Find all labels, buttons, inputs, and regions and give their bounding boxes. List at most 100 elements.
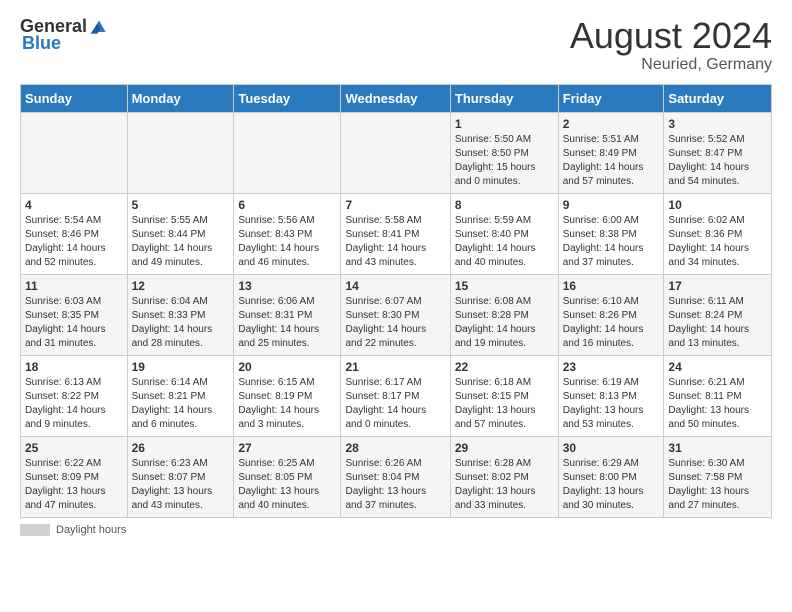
day-info: Sunrise: 6:28 AM Sunset: 8:02 PM Dayligh… (455, 457, 554, 513)
col-header-friday: Friday (558, 84, 664, 112)
day-cell: 21 Sunrise: 6:17 AM Sunset: 8:17 PM Dayli… (341, 355, 450, 436)
logo-blue: Blue (22, 33, 61, 54)
day-number: 23 (563, 360, 660, 374)
day-info: Sunrise: 6:22 AM Sunset: 8:09 PM Dayligh… (25, 457, 123, 513)
day-cell: 27Sunrise: 6:25 AM Sunset: 8:05 PM Dayli… (234, 436, 341, 517)
day-info: Sunrise: 6:26 AM Sunset: 8:04 PM Dayligh… (345, 457, 445, 513)
day-cell: 16 Sunrise: 6:10 AM Sunset: 8:26 PM Dayli… (558, 274, 664, 355)
day-cell: 29 Sunrise: 6:28 AM Sunset: 8:02 PM Dayli… (450, 436, 558, 517)
day-info: Sunrise: 5:51 AM Sunset: 8:49 PM Dayligh… (563, 133, 660, 189)
day-info: Sunrise: 6:23 AM Sunset: 8:07 PM Dayligh… (132, 457, 230, 513)
day-cell (21, 112, 128, 193)
day-number: 16 (563, 279, 660, 293)
day-cell: 18 Sunrise: 6:13 AM Sunset: 8:22 PM Dayli… (21, 355, 128, 436)
day-cell (341, 112, 450, 193)
col-header-wednesday: Wednesday (341, 84, 450, 112)
day-info: Sunrise: 6:29 AM Sunset: 8:00 PM Dayligh… (563, 457, 660, 513)
day-cell: 5 Sunrise: 5:55 AM Sunset: 8:44 PM Daylig… (127, 193, 234, 274)
day-cell: 30 Sunrise: 6:29 AM Sunset: 8:00 PM Dayli… (558, 436, 664, 517)
day-number: 2 (563, 117, 660, 131)
day-info: Sunrise: 6:10 AM Sunset: 8:26 PM Dayligh… (563, 295, 660, 351)
day-cell: 6Sunrise: 5:56 AM Sunset: 8:43 PM Daylig… (234, 193, 341, 274)
day-info: Sunrise: 6:21 AM Sunset: 8:11 PM Dayligh… (668, 376, 767, 432)
day-number: 1 (455, 117, 554, 131)
day-info: Sunrise: 6:14 AM Sunset: 8:21 PM Dayligh… (132, 376, 230, 432)
day-number: 29 (455, 441, 554, 455)
day-number: 21 (345, 360, 445, 374)
week-row-3: 11Sunrise: 6:03 AM Sunset: 8:35 PM Dayli… (21, 274, 772, 355)
footer-note: Daylight hours (20, 524, 772, 536)
logo-icon (89, 17, 109, 37)
header: General Blue August 2024 Neuried, German… (20, 16, 772, 74)
col-header-monday: Monday (127, 84, 234, 112)
day-info: Sunrise: 6:04 AM Sunset: 8:33 PM Dayligh… (132, 295, 230, 351)
day-info: Sunrise: 6:11 AM Sunset: 8:24 PM Dayligh… (668, 295, 767, 351)
day-info: Sunrise: 6:03 AM Sunset: 8:35 PM Dayligh… (25, 295, 123, 351)
title-block: August 2024 Neuried, Germany (570, 16, 772, 74)
day-info: Sunrise: 6:15 AM Sunset: 8:19 PM Dayligh… (238, 376, 336, 432)
month-year: August 2024 (570, 16, 772, 56)
day-number: 17 (668, 279, 767, 293)
day-info: Sunrise: 6:02 AM Sunset: 8:36 PM Dayligh… (668, 214, 767, 270)
day-info: Sunrise: 5:55 AM Sunset: 8:44 PM Dayligh… (132, 214, 230, 270)
day-info: Sunrise: 5:54 AM Sunset: 8:46 PM Dayligh… (25, 214, 123, 270)
day-number: 22 (455, 360, 554, 374)
day-number: 15 (455, 279, 554, 293)
day-cell: 7Sunrise: 5:58 AM Sunset: 8:41 PM Daylig… (341, 193, 450, 274)
col-header-sunday: Sunday (21, 84, 128, 112)
day-cell: 31Sunrise: 6:30 AM Sunset: 7:58 PM Dayli… (664, 436, 772, 517)
day-cell (127, 112, 234, 193)
day-cell: 2 Sunrise: 5:51 AM Sunset: 8:49 PM Daylig… (558, 112, 664, 193)
day-cell: 14Sunrise: 6:07 AM Sunset: 8:30 PM Dayli… (341, 274, 450, 355)
week-row-4: 18 Sunrise: 6:13 AM Sunset: 8:22 PM Dayli… (21, 355, 772, 436)
day-info: Sunrise: 6:07 AM Sunset: 8:30 PM Dayligh… (345, 295, 445, 351)
day-number: 30 (563, 441, 660, 455)
day-info: Sunrise: 6:17 AM Sunset: 8:17 PM Dayligh… (345, 376, 445, 432)
day-number: 19 (132, 360, 230, 374)
day-cell: 19 Sunrise: 6:14 AM Sunset: 8:21 PM Dayli… (127, 355, 234, 436)
day-info: Sunrise: 6:08 AM Sunset: 8:28 PM Dayligh… (455, 295, 554, 351)
day-info: Sunrise: 5:50 AM Sunset: 8:50 PM Dayligh… (455, 133, 554, 189)
day-cell: 8Sunrise: 5:59 AM Sunset: 8:40 PM Daylig… (450, 193, 558, 274)
day-cell: 22 Sunrise: 6:18 AM Sunset: 8:15 PM Dayli… (450, 355, 558, 436)
day-number: 24 (668, 360, 767, 374)
day-cell: 4Sunrise: 5:54 AM Sunset: 8:46 PM Daylig… (21, 193, 128, 274)
day-info: Sunrise: 6:13 AM Sunset: 8:22 PM Dayligh… (25, 376, 123, 432)
day-cell: 11Sunrise: 6:03 AM Sunset: 8:35 PM Dayli… (21, 274, 128, 355)
day-info: Sunrise: 6:19 AM Sunset: 8:13 PM Dayligh… (563, 376, 660, 432)
day-cell: 3Sunrise: 5:52 AM Sunset: 8:47 PM Daylig… (664, 112, 772, 193)
day-cell: 9 Sunrise: 6:00 AM Sunset: 8:38 PM Daylig… (558, 193, 664, 274)
day-info: Sunrise: 6:00 AM Sunset: 8:38 PM Dayligh… (563, 214, 660, 270)
day-number: 13 (238, 279, 336, 293)
day-number: 12 (132, 279, 230, 293)
day-cell: 24 Sunrise: 6:21 AM Sunset: 8:11 PM Dayli… (664, 355, 772, 436)
day-info: Sunrise: 6:25 AM Sunset: 8:05 PM Dayligh… (238, 457, 336, 513)
day-cell: 20Sunrise: 6:15 AM Sunset: 8:19 PM Dayli… (234, 355, 341, 436)
footer-label: Daylight hours (56, 524, 126, 536)
day-number: 26 (132, 441, 230, 455)
day-number: 25 (25, 441, 123, 455)
day-cell: 28 Sunrise: 6:26 AM Sunset: 8:04 PM Dayli… (341, 436, 450, 517)
day-number: 18 (25, 360, 123, 374)
day-cell: 25 Sunrise: 6:22 AM Sunset: 8:09 PM Dayli… (21, 436, 128, 517)
day-number: 9 (563, 198, 660, 212)
day-number: 28 (345, 441, 445, 455)
day-info: Sunrise: 6:06 AM Sunset: 8:31 PM Dayligh… (238, 295, 336, 351)
day-info: Sunrise: 6:30 AM Sunset: 7:58 PM Dayligh… (668, 457, 767, 513)
day-cell: 12 Sunrise: 6:04 AM Sunset: 8:33 PM Dayli… (127, 274, 234, 355)
calendar-table: SundayMondayTuesdayWednesdayThursdayFrid… (20, 84, 772, 518)
logo: General Blue (20, 16, 109, 54)
day-cell: 23 Sunrise: 6:19 AM Sunset: 8:13 PM Dayli… (558, 355, 664, 436)
day-info: Sunrise: 5:52 AM Sunset: 8:47 PM Dayligh… (668, 133, 767, 189)
day-info: Sunrise: 6:18 AM Sunset: 8:15 PM Dayligh… (455, 376, 554, 432)
day-number: 5 (132, 198, 230, 212)
day-cell: 10Sunrise: 6:02 AM Sunset: 8:36 PM Dayli… (664, 193, 772, 274)
day-number: 7 (345, 198, 445, 212)
day-cell: 1 Sunrise: 5:50 AM Sunset: 8:50 PM Daylig… (450, 112, 558, 193)
day-cell (234, 112, 341, 193)
day-info: Sunrise: 5:59 AM Sunset: 8:40 PM Dayligh… (455, 214, 554, 270)
col-header-tuesday: Tuesday (234, 84, 341, 112)
day-number: 6 (238, 198, 336, 212)
day-cell: 15 Sunrise: 6:08 AM Sunset: 8:28 PM Dayli… (450, 274, 558, 355)
page: General Blue August 2024 Neuried, German… (0, 0, 792, 546)
